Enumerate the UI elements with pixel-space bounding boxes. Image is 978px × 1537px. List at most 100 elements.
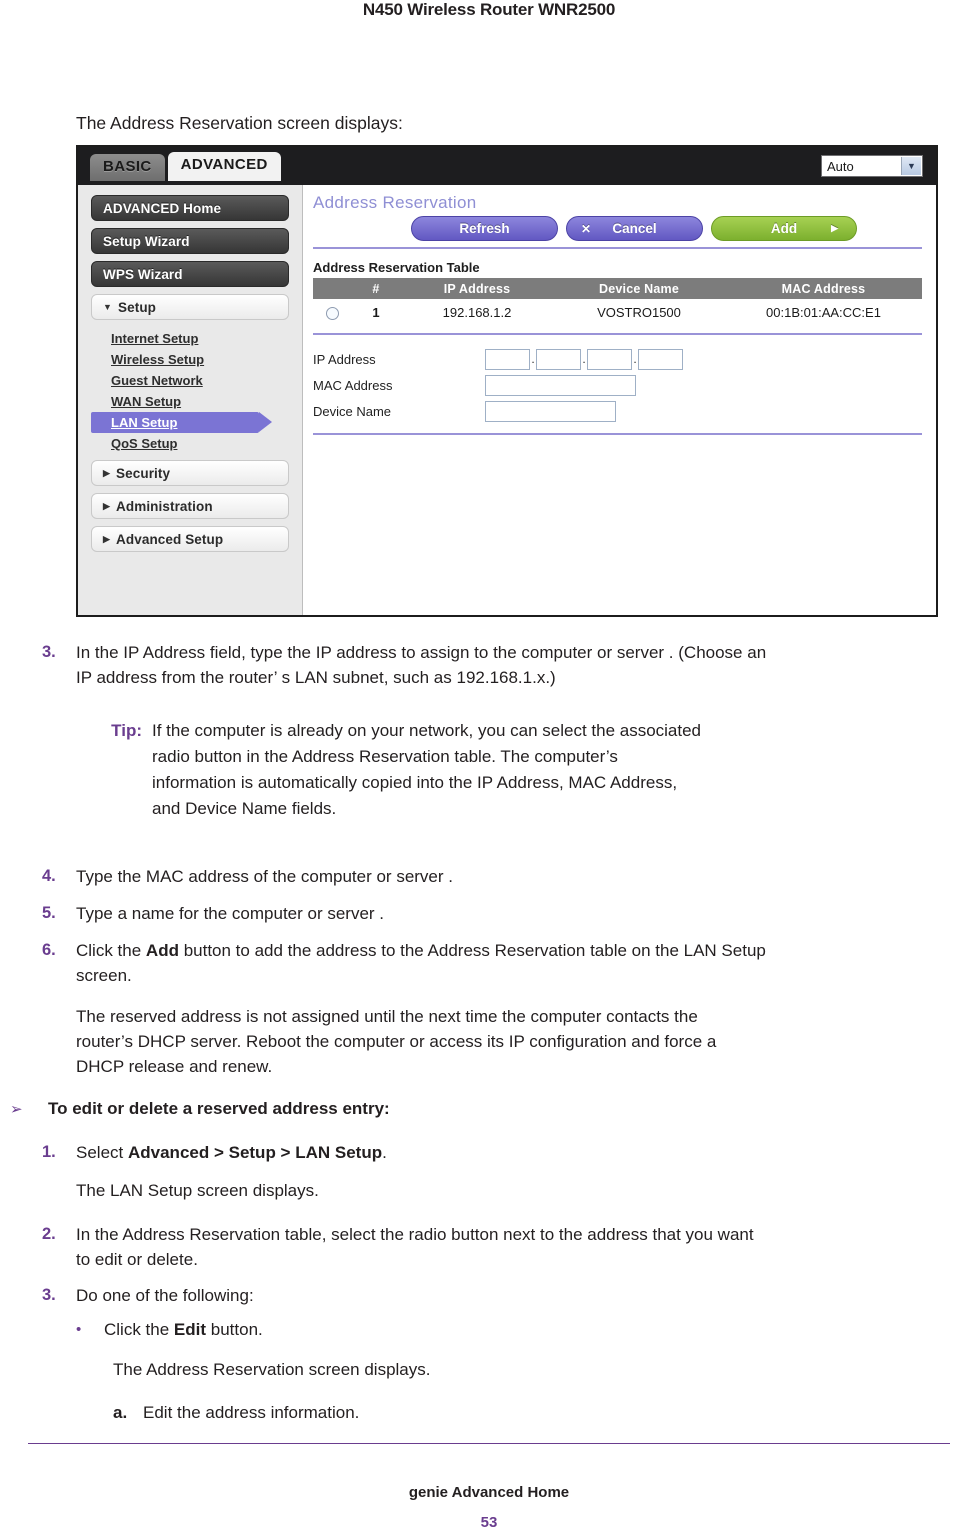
paragraph-lan-setup-displays: The LAN Setup screen displays.	[76, 1181, 319, 1200]
address-reservation-form: IP Address . . . MAC Address Device Name	[313, 345, 922, 435]
tip-line3: information is automatically copied into…	[152, 773, 678, 792]
sidebar-group-label: Setup	[118, 299, 157, 315]
arrow-right-icon: ➢	[10, 1101, 23, 1118]
sidebar-item-advanced-home[interactable]: ADVANCED Home	[91, 195, 289, 221]
step-5-number: 5.	[42, 904, 56, 922]
sidebar-item-label: WAN Setup	[111, 394, 182, 409]
step-4-text: Type the MAC address of the computer or …	[76, 867, 453, 886]
mac-address-input[interactable]	[485, 375, 636, 396]
form-row-ip: IP Address . . .	[313, 347, 922, 372]
bullet-bold: Edit	[173, 1320, 207, 1339]
sidebar-item-wireless-setup[interactable]: Wireless Setup	[78, 349, 302, 370]
tab-basic[interactable]: BASIC	[90, 154, 165, 181]
edit-step-1: 1. Select Advanced > Setup > LAN Setup.	[42, 1140, 972, 1165]
add-button[interactable]: Add ▶	[711, 216, 857, 241]
ip-octet-group[interactable]: . . .	[485, 349, 683, 370]
action-button-row: Refresh ✕ Cancel Add ▶	[313, 216, 922, 241]
reserved-line3: DHCP release and renew.	[76, 1057, 273, 1076]
chevron-down-icon[interactable]: ▼	[901, 157, 921, 175]
cancel-button[interactable]: ✕ Cancel	[566, 216, 703, 241]
tip-line1: If the computer is already on your netwo…	[152, 721, 702, 740]
sidebar-item-wps-wizard[interactable]: WPS Wizard	[91, 261, 289, 287]
step-5-text: Type a name for the computer or server .	[76, 904, 385, 923]
device-name-input[interactable]	[485, 401, 616, 422]
sidebar-sublinks: Internet Setup Wireless Setup Guest Netw…	[78, 328, 302, 454]
sidebar-item-label: Guest Network	[111, 373, 203, 388]
divider	[313, 247, 922, 249]
refresh-button[interactable]: Refresh	[411, 216, 558, 241]
tip-body: If the computer is already on your netwo…	[152, 718, 940, 822]
table-header-device: Device Name	[553, 278, 725, 299]
step-3-line1: In the IP Address field, type the IP add…	[76, 643, 767, 662]
sub-step-a-text: Edit the address information.	[143, 1403, 360, 1422]
edit-step-2-number: 2.	[42, 1225, 56, 1243]
edit-step-1-body: Select Advanced > Setup > LAN Setup.	[76, 1140, 972, 1165]
table-header-row: # IP Address Device Name MAC Address	[313, 278, 922, 299]
ip-octet-3-input[interactable]	[587, 349, 632, 370]
router-tab-bar[interactable]: BASIC ADVANCED	[90, 152, 281, 181]
step-6: 6. Click the Add button to add the addre…	[42, 938, 977, 988]
sidebar-item-wan-setup[interactable]: WAN Setup	[78, 391, 302, 412]
reserved-line2: router’s DHCP server. Reboot the compute…	[76, 1032, 717, 1051]
mac-address-label: MAC Address	[313, 378, 393, 393]
table-header-ip: IP Address	[401, 278, 553, 299]
edit-step-3: 3. Do one of the following:	[42, 1283, 972, 1308]
tip-block: Tip: If the computer is already on your …	[110, 718, 940, 822]
sub-step-a-marker: a.	[113, 1403, 128, 1422]
intro-text: The Address Reservation screen displays:	[76, 113, 403, 133]
footer-title: genie Advanced Home	[408, 1484, 570, 1501]
device-name-label: Device Name	[313, 404, 392, 419]
ip-octet-1-input[interactable]	[485, 349, 530, 370]
sidebar-item-qos-setup[interactable]: QoS Setup	[78, 433, 302, 454]
address-reservation-table: # IP Address Device Name MAC Address 1 1…	[313, 278, 922, 325]
sub-step-a: a. Edit the address information.	[113, 1400, 973, 1425]
sidebar-group-label: Security	[116, 465, 171, 481]
sidebar-item-label: Wireless Setup	[111, 352, 205, 367]
step-4-number: 4.	[42, 867, 56, 885]
edit-step-3-text: Do one of the following:	[76, 1286, 254, 1305]
footer-page-number: 53	[480, 1514, 498, 1531]
bullet-body: Click the Edit button.	[104, 1317, 956, 1342]
tip-label: Tip:	[111, 721, 142, 740]
step-3-line2: IP address from the router’ s LAN subnet…	[76, 668, 556, 687]
sidebar-group-security[interactable]: ▶ Security	[91, 460, 289, 486]
edit-step-1-number: 1.	[42, 1143, 56, 1161]
bullet-pre: Click the	[104, 1320, 174, 1339]
caret-down-icon: ▼	[103, 302, 113, 312]
sidebar-item-label: WPS Wizard	[103, 266, 183, 282]
radio-button-icon[interactable]	[325, 306, 339, 320]
sidebar-group-setup[interactable]: ▼ Setup	[91, 294, 289, 320]
step-3: 3. In the IP Address field, type the IP …	[42, 640, 972, 690]
router-main-pane: Address Reservation Refresh ✕ Cancel Add…	[303, 185, 936, 615]
edit-step-2-body: In the Address Reservation table, select…	[76, 1222, 977, 1272]
router-ui-screenshot: BASIC ADVANCED Auto ▼ ADVANCED Home Setu…	[76, 145, 938, 617]
bullet-post: button.	[206, 1320, 263, 1339]
sidebar-item-label: ADVANCED Home	[103, 200, 222, 216]
table-row[interactable]: 1 192.168.1.2 VOSTRO1500 00:1B:01:AA:CC:…	[313, 299, 922, 325]
cancel-button-label: Cancel	[612, 221, 657, 236]
sidebar-item-setup-wizard[interactable]: Setup Wizard	[91, 228, 289, 254]
sidebar-group-administration[interactable]: ▶ Administration	[91, 493, 289, 519]
tab-advanced[interactable]: ADVANCED	[167, 152, 281, 181]
caret-right-icon: ▶	[103, 533, 111, 544]
row-number: 1	[351, 299, 401, 325]
sidebar-item-lan-setup[interactable]: LAN Setup	[91, 412, 272, 433]
paragraph-address-reservation-displays: The Address Reservation screen displays.	[113, 1360, 431, 1379]
close-icon: ✕	[581, 221, 592, 236]
step-6-line2: screen.	[76, 966, 132, 985]
divider	[313, 433, 922, 435]
caret-right-icon: ▶	[103, 467, 111, 478]
sidebar-group-advanced-setup[interactable]: ▶ Advanced Setup	[91, 526, 289, 552]
sidebar-item-guest-network[interactable]: Guest Network	[78, 370, 302, 391]
caret-right-icon: ▶	[103, 500, 111, 511]
sidebar-item-internet-setup[interactable]: Internet Setup	[78, 328, 302, 349]
form-row-mac: MAC Address	[313, 373, 922, 398]
row-device-name: VOSTRO1500	[553, 299, 725, 325]
triangle-right-icon: ▶	[831, 223, 838, 233]
step-6-post: button to add the address to the Address…	[178, 941, 766, 960]
ip-octet-2-input[interactable]	[536, 349, 581, 370]
language-select[interactable]: Auto ▼	[821, 155, 923, 177]
sidebar-item-label: Internet Setup	[111, 331, 199, 346]
row-radio-cell[interactable]	[313, 299, 351, 325]
ip-octet-4-input[interactable]	[638, 349, 683, 370]
